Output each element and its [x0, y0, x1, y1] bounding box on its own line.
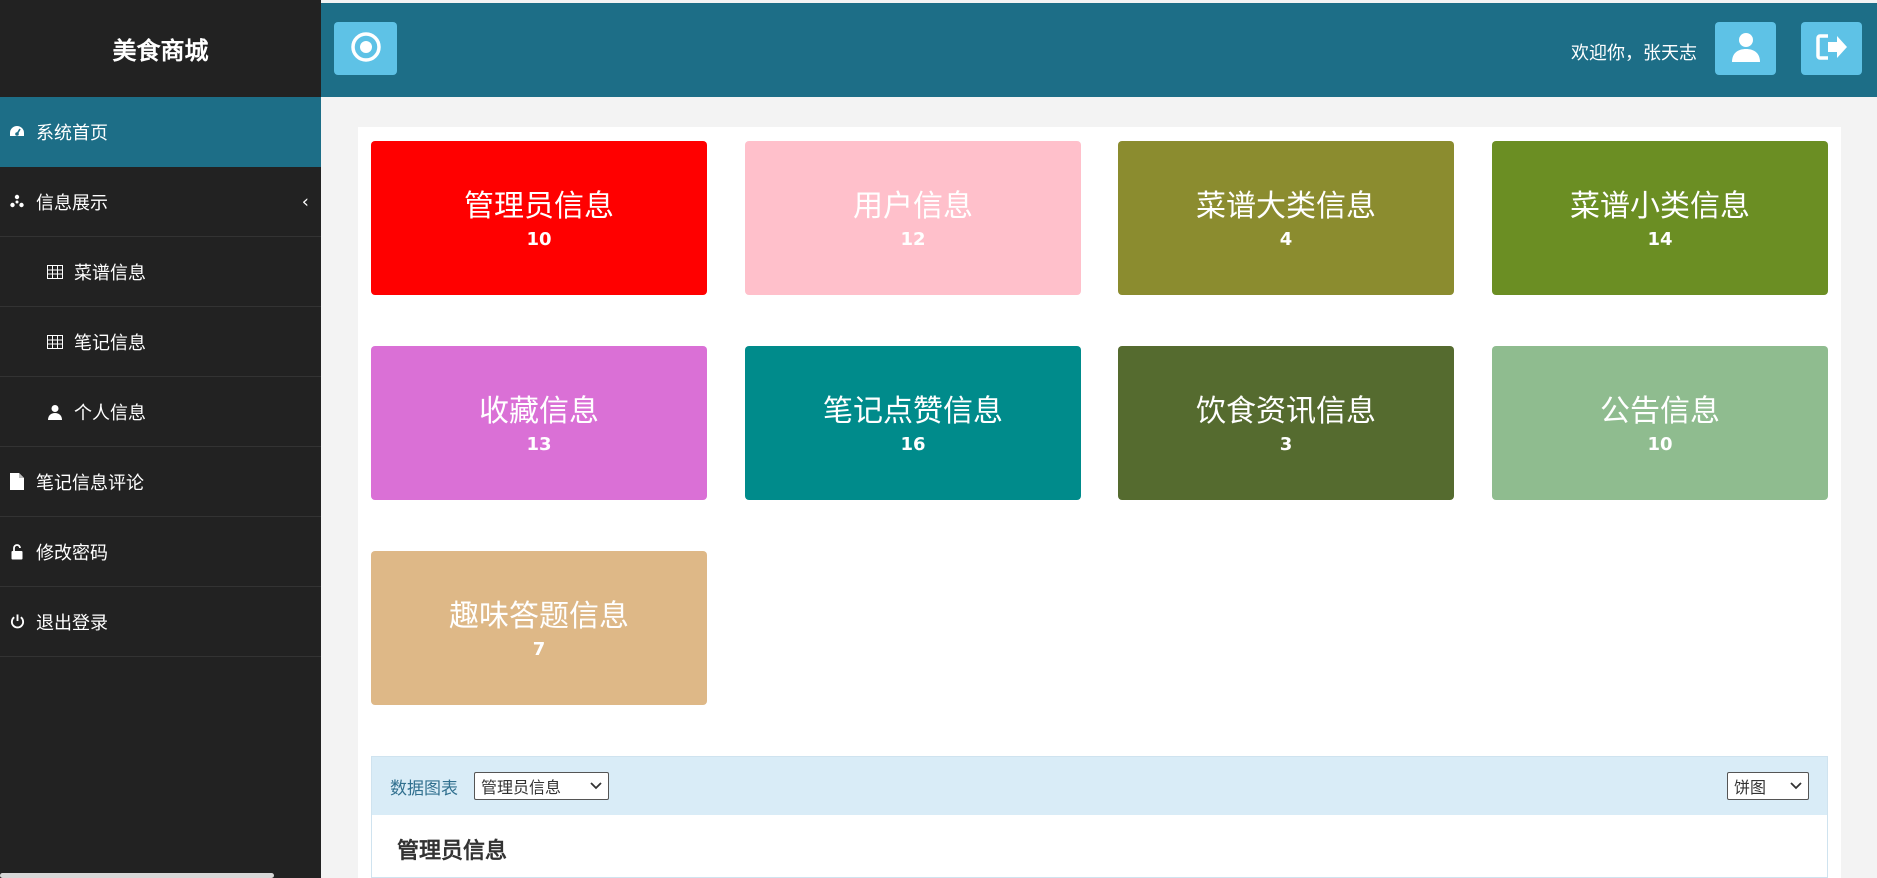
sidebar-item-label: 退出登录: [36, 612, 108, 634]
dot-circle-icon: [350, 31, 382, 67]
sidebar-item-profile[interactable]: 个人信息: [0, 377, 321, 447]
brand-title: 美食商城: [112, 37, 209, 65]
card-title: 趣味答题信息: [449, 598, 629, 634]
sidebar-item-note-comments[interactable]: 笔记信息评论: [0, 447, 321, 517]
power-icon: [8, 613, 26, 631]
chart-title: 管理员信息: [397, 839, 508, 864]
stat-card-favorites[interactable]: 收藏信息 13: [371, 346, 707, 500]
unlock-icon: [8, 543, 26, 561]
main-content: 管理员信息 10 用户信息 12 菜谱大类信息 4 菜谱小类信息 14 收藏信息…: [358, 127, 1841, 878]
asterisk-icon: [8, 193, 26, 211]
card-title: 管理员信息: [464, 188, 614, 224]
stat-card-note-likes[interactable]: 笔记点赞信息 16: [745, 346, 1081, 500]
sidebar-scrollbar[interactable]: [0, 873, 274, 878]
select-value: 管理员信息: [481, 778, 562, 797]
stat-card-recipe-subcategories[interactable]: 菜谱小类信息 14: [1492, 141, 1828, 295]
sidebar-toggle-button[interactable]: [334, 22, 397, 75]
chevron-left-icon: ‹: [301, 191, 309, 212]
sidebar-item-change-password[interactable]: 修改密码: [0, 517, 321, 587]
sign-out-icon: [1815, 33, 1848, 65]
top-bar: 欢迎你，张天志: [321, 3, 1877, 97]
sidebar-item-logout[interactable]: 退出登录: [0, 587, 321, 657]
chevron-down-icon: [590, 779, 602, 793]
card-count: 3: [1279, 433, 1293, 455]
chevron-down-icon: [1790, 779, 1802, 793]
card-title: 菜谱大类信息: [1196, 188, 1376, 224]
data-chart-panel: 数据图表 管理员信息 饼图 管理员信息: [371, 756, 1828, 878]
stat-card-announcements[interactable]: 公告信息 10: [1492, 346, 1828, 500]
chart-panel-label: 数据图表: [390, 778, 458, 799]
welcome-text: 欢迎你，张天志: [1571, 43, 1697, 64]
card-title: 菜谱小类信息: [1570, 188, 1750, 224]
user-icon: [1731, 32, 1760, 66]
card-count: 10: [1647, 433, 1673, 455]
stat-card-recipe-categories[interactable]: 菜谱大类信息 4: [1118, 141, 1454, 295]
user-profile-button[interactable]: [1715, 22, 1776, 75]
sidebar-item-label: 信息展示: [36, 192, 108, 214]
sidebar-item-label: 系统首页: [36, 123, 108, 144]
sidebar-item-home[interactable]: 系统首页: [0, 97, 321, 167]
select-value: 饼图: [1734, 778, 1767, 797]
card-count: 14: [1647, 228, 1673, 250]
card-count: 13: [526, 433, 552, 455]
chart-panel-header: 数据图表 管理员信息 饼图: [372, 757, 1827, 815]
card-count: 7: [532, 638, 546, 660]
card-title: 用户信息: [853, 188, 973, 224]
sidebar-item-label: 个人信息: [74, 402, 146, 424]
table-icon: [46, 333, 64, 351]
file-icon: [8, 473, 26, 491]
card-title: 笔记点赞信息: [823, 393, 1003, 429]
card-count: 10: [526, 228, 552, 250]
sidebar-item-label: 笔记信息: [74, 332, 146, 354]
sidebar-item-label: 笔记信息评论: [36, 472, 144, 494]
user-icon: [46, 403, 64, 421]
stat-card-users[interactable]: 用户信息 12: [745, 141, 1081, 295]
sidebar-item-notes[interactable]: 笔记信息: [0, 307, 321, 377]
card-title: 公告信息: [1600, 393, 1720, 429]
sidebar-item-label: 菜谱信息: [74, 262, 146, 284]
card-count: 4: [1279, 228, 1293, 250]
sidebar: 美食商城 系统首页 信息展示 ‹ 菜谱信息 笔记信息 个人信息 笔记信息评论 修…: [0, 0, 321, 878]
card-title: 收藏信息: [479, 393, 599, 429]
card-count: 16: [900, 433, 926, 455]
stat-card-diet-news[interactable]: 饮食资讯信息 3: [1118, 346, 1454, 500]
dashboard-icon: [8, 123, 26, 141]
logout-button[interactable]: [1801, 22, 1862, 75]
stat-card-quiz[interactable]: 趣味答题信息 7: [371, 551, 707, 705]
card-count: 12: [900, 228, 926, 250]
table-icon: [46, 263, 64, 281]
chart-type-select[interactable]: 饼图: [1727, 772, 1809, 800]
sidebar-item-recipes[interactable]: 菜谱信息: [0, 237, 321, 307]
sidebar-item-label: 修改密码: [36, 542, 108, 564]
sidebar-item-info-display[interactable]: 信息展示 ‹: [0, 167, 321, 237]
stat-card-admin[interactable]: 管理员信息 10: [371, 141, 707, 295]
chart-data-select[interactable]: 管理员信息: [474, 772, 609, 800]
card-title: 饮食资讯信息: [1196, 393, 1376, 429]
